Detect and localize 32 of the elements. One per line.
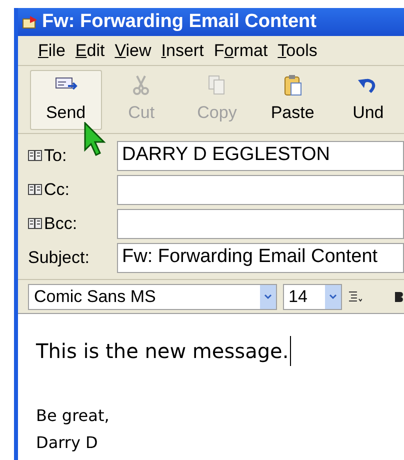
message-line: Darry D: [36, 432, 98, 454]
menu-item[interactable]: Insert: [161, 38, 204, 64]
cursor-icon: [84, 122, 108, 158]
send-button[interactable]: Send: [30, 70, 102, 130]
message-line: This is the new message.: [36, 336, 291, 366]
window-title: Fw: Forwarding Email Content: [42, 10, 316, 34]
undo-button[interactable]: Und: [332, 70, 404, 130]
message-body[interactable]: This is the new message. Be great, Darry D: [18, 313, 404, 460]
input-field[interactable]: DARRY D EGGLESTON: [117, 140, 404, 170]
caret-icon: [325, 284, 342, 308]
field-label: To:: [44, 144, 67, 167]
menu-item[interactable]: File: [38, 38, 66, 64]
menu-item[interactable]: View: [114, 38, 152, 64]
input-field[interactable]: [117, 174, 404, 204]
input-field[interactable]: Fw: Forwarding Email Content: [117, 242, 404, 272]
address-book-icon[interactable]: [28, 218, 42, 229]
caret-icon: [260, 284, 276, 308]
address-book-icon[interactable]: [28, 184, 42, 195]
input-field[interactable]: [117, 208, 404, 238]
address-book-icon[interactable]: [28, 150, 42, 161]
font-dropdown[interactable]: Comic Sans MS: [28, 284, 276, 310]
field-label: Bcc:: [44, 212, 78, 235]
field-label: Subject:: [28, 246, 90, 269]
menu-item[interactable]: Edit: [75, 38, 105, 64]
bold-icon[interactable]: [394, 290, 404, 302]
message-line: Be great,: [36, 405, 110, 427]
paste-button[interactable]: Paste: [256, 70, 328, 130]
menu-item[interactable]: Format: [214, 38, 268, 64]
paragraph-style-icon[interactable]: [348, 290, 362, 304]
size-dropdown[interactable]: 14: [282, 284, 342, 310]
field-label: Cc:: [44, 178, 70, 201]
menu-item[interactable]: Tools: [278, 38, 318, 64]
